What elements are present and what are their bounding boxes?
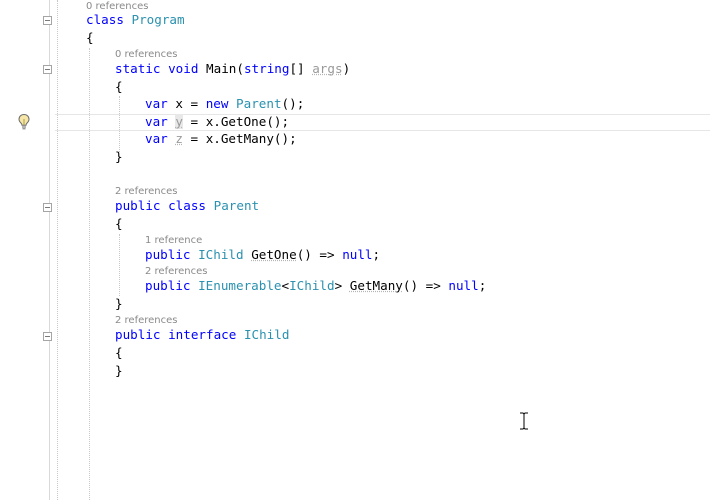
brace: {: [86, 30, 94, 45]
keyword: void: [168, 61, 199, 76]
code-line[interactable]: var y = x.GetOne();: [145, 113, 289, 131]
brace: {: [115, 79, 123, 94]
keyword: public: [145, 247, 191, 262]
method-name: GetOne: [251, 247, 297, 262]
class-name: Program: [131, 12, 185, 27]
code-line[interactable]: var x = new Parent();: [145, 95, 304, 113]
brace: {: [115, 345, 123, 360]
brace: }: [115, 363, 123, 378]
keyword: interface: [168, 327, 237, 342]
punctuation: (: [236, 61, 244, 76]
code-line[interactable]: }: [115, 148, 123, 166]
operator: =: [182, 96, 206, 111]
code-line[interactable]: {: [115, 215, 123, 233]
keyword: var: [145, 131, 168, 146]
editor-margin-divider: [49, 0, 50, 500]
code-line[interactable]: {: [86, 29, 94, 47]
indent-guide: [57, 0, 58, 500]
punctuation: >: [334, 278, 343, 293]
method-name: GetMany: [349, 278, 403, 293]
brace: }: [115, 296, 123, 311]
i-beam-cursor-icon: [520, 412, 528, 430]
variable: x: [175, 96, 183, 111]
code-line[interactable]: {: [115, 344, 123, 362]
code-line[interactable]: public IEnumerable<IChild> GetMany() => …: [145, 277, 486, 295]
brace: {: [115, 216, 123, 231]
method-call: x.GetOne();: [205, 114, 290, 129]
brace: }: [115, 149, 123, 164]
punctuation: []: [289, 61, 313, 76]
type-name: Parent: [236, 96, 282, 111]
keyword: null: [448, 278, 479, 293]
keyword: new: [205, 96, 229, 111]
keyword: string: [243, 61, 290, 76]
code-line[interactable]: static void Main(string[] args): [115, 60, 350, 78]
operator: =: [182, 114, 206, 129]
type-name: IChild: [198, 247, 244, 262]
code-line[interactable]: class Program: [86, 11, 185, 29]
punctuation: ): [342, 61, 351, 76]
operator: () =>: [402, 278, 449, 293]
punctuation: ;: [372, 247, 381, 262]
punctuation: <: [281, 278, 290, 293]
operator: =: [182, 131, 206, 146]
keyword: var: [145, 114, 168, 129]
collapse-toggle-icon[interactable]: [43, 332, 52, 341]
code-line[interactable]: {: [115, 78, 123, 96]
code-line[interactable]: public interface IChild: [115, 326, 289, 344]
class-name: Parent: [213, 198, 260, 213]
keyword: class: [168, 198, 207, 213]
keyword: var: [145, 96, 168, 111]
keyword: public: [115, 327, 161, 342]
keyword: public: [115, 198, 161, 213]
collapse-toggle-icon[interactable]: [43, 65, 52, 74]
unused-variable: z: [175, 131, 183, 146]
method-call: x.GetMany();: [205, 131, 297, 146]
punctuation: ;: [478, 278, 487, 293]
unused-parameter: args: [312, 61, 343, 76]
code-line[interactable]: }: [115, 362, 123, 380]
code-line[interactable]: var z = x.GetMany();: [145, 130, 297, 148]
operator: () =>: [296, 247, 343, 262]
collapse-toggle-icon[interactable]: [43, 203, 52, 212]
unused-variable: y: [175, 114, 183, 129]
indent-guide: [119, 234, 120, 296]
code-line[interactable]: }: [115, 295, 123, 313]
type-name: IChild: [289, 278, 335, 293]
code-editor[interactable]: 0 references 0 references 2 references 1…: [0, 0, 710, 500]
keyword: static: [115, 61, 161, 76]
punctuation: ();: [281, 96, 305, 111]
code-line[interactable]: public IChild GetOne() => null;: [145, 246, 380, 264]
method-name: Main: [206, 61, 237, 76]
keyword: public: [145, 278, 191, 293]
lightbulb-icon[interactable]: [17, 113, 31, 131]
keyword: null: [342, 247, 373, 262]
code-line[interactable]: public class Parent: [115, 197, 259, 215]
collapse-toggle-icon[interactable]: [43, 16, 52, 25]
interface-name: IChild: [243, 327, 290, 342]
type-name: IEnumerable: [198, 278, 282, 293]
keyword: class: [86, 12, 124, 27]
